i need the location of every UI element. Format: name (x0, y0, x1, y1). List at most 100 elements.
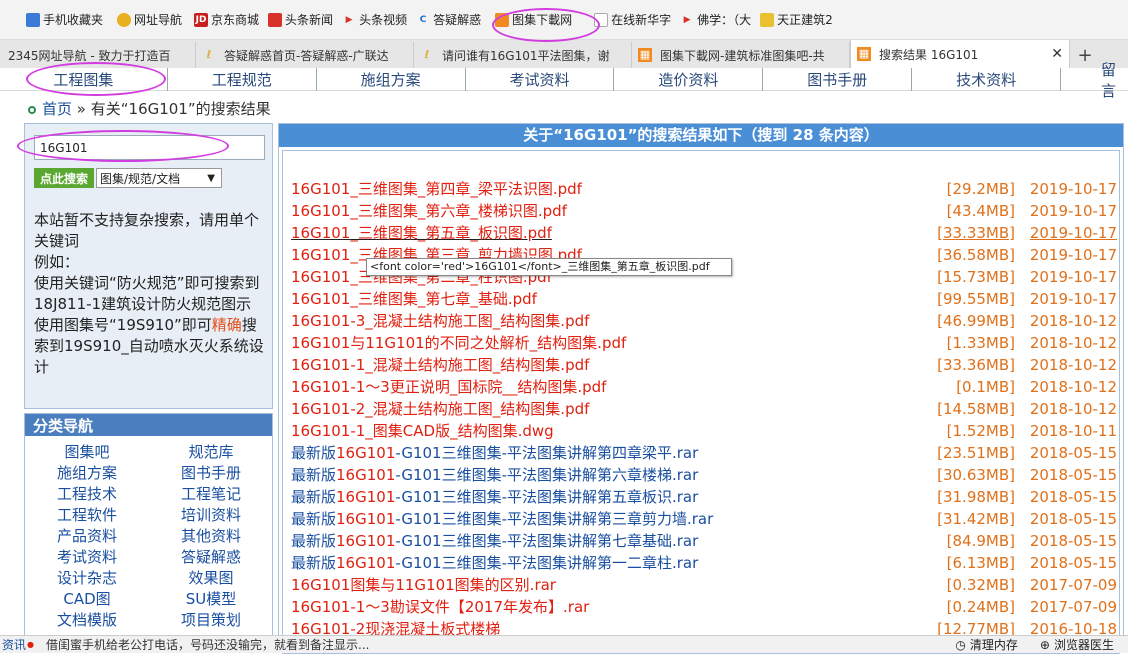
result-row[interactable]: 最新版16G101-G101三维图集-平法图集讲解第三章剪力墙.rar [31.4… (291, 508, 1119, 530)
category-link[interactable]: CAD图 (25, 589, 149, 610)
result-date: 2018-05-15 (1029, 444, 1117, 462)
search-button[interactable]: 点此搜索 (34, 168, 94, 188)
result-row[interactable]: 16G101图集与11G101图集的区别.rar [0.32MB] 2017-07-… (291, 574, 1119, 596)
category-grid: 图集吧 规范库 施组方案 图书手册 工程技术 工程笔记 工程软件 培训资料 产品… (25, 436, 272, 631)
news-label[interactable]: 资讯 (2, 636, 26, 653)
close-icon[interactable]: ✕ (1051, 46, 1063, 62)
nav-item-kaoshi[interactable]: 考试资料 (466, 68, 615, 91)
result-link[interactable]: 16G101-1～3勘误文件【2017年发布】.rar (291, 596, 589, 618)
browser-doctor-button[interactable]: 浏览器医生 (1054, 636, 1114, 653)
result-row[interactable]: 16G101_三维图集_第六章_楼梯识图.pdf [43.4MB] 2019-10-… (291, 200, 1119, 222)
result-link[interactable]: 16G101_三维图集_第六章_楼梯识图.pdf (291, 200, 567, 222)
bookmark-qa[interactable]: C 答疑解惑 (416, 11, 481, 28)
new-tab-button[interactable]: + (1070, 42, 1100, 68)
nav-item-shizu[interactable]: 施组方案 (317, 68, 466, 91)
result-link[interactable]: 16G101与11G101的不同之处解析_结构图集.pdf (291, 332, 626, 354)
result-row[interactable]: 16G101-1～3勘误文件【2017年发布】.rar [0.24MB] 2017-… (291, 596, 1119, 618)
result-row[interactable]: 最新版16G101-G101三维图集-平法图集讲解第五章板识.rar [31.98… (291, 486, 1119, 508)
nav-item-jishu[interactable]: 技术资料 (912, 68, 1061, 91)
result-link[interactable]: 16G101_三维图集_第四章_梁平法识图.pdf (291, 178, 582, 200)
nav-item-guifan[interactable]: 工程规范 (168, 68, 317, 91)
category-link[interactable]: 设计杂志 (25, 568, 149, 589)
bookmark-phone[interactable]: 手机收藏夹 (26, 11, 103, 28)
result-row[interactable]: 16G101_三维图集_第七章_基础.pdf [99.55MB] 2019-10-1… (291, 288, 1119, 310)
result-keyword: 16G101 (336, 532, 396, 550)
result-keyword: 16G101 (291, 576, 351, 594)
nav-item-tushu[interactable]: 图书手册 (763, 68, 913, 91)
tab-tuji[interactable]: ▦ 图集下載网-建筑标准图集吧-共 (632, 42, 850, 68)
memory-icon: ◷ (955, 637, 966, 652)
result-row[interactable]: 16G101-3_混凝土结构施工图_结构图集.pdf [46.99MB] 2018-… (291, 310, 1119, 332)
result-link[interactable]: 最新版16G101-G101三维图集-平法图集讲解第四章梁平.rar (291, 442, 698, 464)
result-link[interactable]: 16G101图集与11G101图集的区别.rar (291, 574, 556, 596)
result-link[interactable]: 16G101-3_混凝土结构施工图_结构图集.pdf (291, 310, 589, 332)
bookmark-nav[interactable]: 网址导航 (117, 11, 182, 28)
category-link[interactable]: 工程笔记 (149, 484, 273, 505)
result-row[interactable]: 16G101-1_混凝土结构施工图_结构图集.pdf [33.36MB] 2018-… (291, 354, 1119, 376)
tab-search-result[interactable]: ▦ 搜索结果 16G101 ✕ (850, 40, 1070, 68)
bookmark-video[interactable]: ▶ 头条视频 (342, 11, 407, 28)
result-link[interactable]: 16G101_三维图集_第五章_板识图.pdf (291, 222, 552, 244)
result-keyword: 16G101 (291, 202, 351, 220)
bookmark-foxue[interactable]: ▶ 佛学：（大 (680, 11, 751, 28)
category-link[interactable]: 效果图 (149, 568, 273, 589)
result-link[interactable]: 16G101-1～3更正说明_国标院__结构图集.pdf (291, 376, 606, 398)
status-message[interactable]: 借闺蜜手机给老公打电话，号码还没输完，就看到备注显示... (46, 636, 955, 653)
result-link[interactable]: 16G101-2_混凝土结构施工图_结构图集.pdf (291, 398, 589, 420)
result-row[interactable]: 16G101与11G101的不同之处解析_结构图集.pdf [1.33MB] 201… (291, 332, 1119, 354)
result-name: -3_混凝土结构施工图_结构图集.pdf (350, 312, 590, 330)
result-link[interactable]: 最新版16G101-G101三维图集-平法图集讲解第一二章柱.rar (291, 552, 698, 574)
result-link[interactable]: 16G101-1_图集CAD版_结构图集.dwg (291, 420, 554, 442)
category-select[interactable]: 图集/规范/文档 ▼ (96, 168, 222, 188)
notice-dot-icon: ● (27, 640, 34, 649)
result-row[interactable]: 16G101-2_混凝土结构施工图_结构图集.pdf [14.58MB] 2018-… (291, 398, 1119, 420)
result-link[interactable]: 16G101-1_混凝土结构施工图_结构图集.pdf (291, 354, 589, 376)
nav-item-liuyan[interactable]: 留言 (1061, 61, 1128, 100)
category-link[interactable]: 其他资料 (149, 526, 273, 547)
result-date: 2019-10-17 (1029, 224, 1117, 242)
doctor-icon: ⊕ (1039, 637, 1050, 652)
result-date: 2018-05-15 (1029, 532, 1117, 550)
category-link[interactable]: 图书手册 (149, 463, 273, 484)
result-row[interactable]: 16G101_三维图集_第四章_梁平法识图.pdf [29.2MB] 2019-10… (291, 178, 1119, 200)
result-link[interactable]: 最新版16G101-G101三维图集-平法图集讲解第三章剪力墙.rar (291, 508, 713, 530)
bookmark-zidian[interactable]: 在线新华字 (594, 11, 671, 28)
result-link[interactable]: 16G101_三维图集_第七章_基础.pdf (291, 288, 537, 310)
category-link[interactable]: 施组方案 (25, 463, 149, 484)
bookmark-jd[interactable]: JD 京东商城 (194, 11, 259, 28)
tab-dayi[interactable]: ℓ 答疑解惑首页-答疑解惑-广联达 (196, 42, 414, 68)
result-row[interactable]: 16G101_三维图集_第五章_板识图.pdf [33.33MB] 2019-10-… (291, 222, 1119, 244)
result-row[interactable]: 最新版16G101-G101三维图集-平法图集讲解第六章楼梯.rar [30.63… (291, 464, 1119, 486)
bookmark-news[interactable]: 头条新闻 (268, 11, 333, 28)
result-row[interactable]: 最新版16G101-G101三维图集-平法图集讲解第四章梁平.rar [23.51… (291, 442, 1119, 464)
result-keyword: 16G101 (291, 312, 351, 330)
nav-item-zaojia[interactable]: 造价资料 (614, 68, 764, 91)
breadcrumb-home[interactable]: 首页 (42, 100, 72, 118)
result-row[interactable]: 16G101-1_图集CAD版_结构图集.dwg [1.52MB] 2018-10-… (291, 420, 1119, 442)
category-link[interactable]: 考试资料 (25, 547, 149, 568)
result-row[interactable]: 16G101-1～3更正说明_国标院__结构图集.pdf [0.1MB] 2018-… (291, 376, 1119, 398)
result-row[interactable]: 最新版16G101-G101三维图集-平法图集讲解第一二章柱.rar [6.13M… (291, 552, 1119, 574)
category-link[interactable]: 工程软件 (25, 505, 149, 526)
category-link[interactable]: SU模型 (149, 589, 273, 610)
search-tips: 本站暂不支持复杂搜索，请用单个关键词 例如： 使用关键词“防火规范”即可搜索到1… (34, 211, 264, 376)
result-date: 2018-05-15 (1029, 488, 1117, 506)
result-link[interactable]: 最新版16G101-G101三维图集-平法图集讲解第七章基础.rar (291, 530, 698, 552)
category-link[interactable]: 规范库 (149, 442, 273, 463)
category-link[interactable]: 工程技术 (25, 484, 149, 505)
bookmark-tianzheng[interactable]: 天正建筑2 (760, 11, 833, 28)
result-name: -1_图集CAD版_结构图集.dwg (350, 422, 554, 440)
tab-question[interactable]: ℓ 请问谁有16G101平法图集，谢 (414, 42, 632, 68)
result-row[interactable]: 最新版16G101-G101三维图集-平法图集讲解第七章基础.rar [84.9M… (291, 530, 1119, 552)
category-link[interactable]: 培训资料 (149, 505, 273, 526)
result-link[interactable]: 最新版16G101-G101三维图集-平法图集讲解第五章板识.rar (291, 486, 698, 508)
category-link[interactable]: 答疑解惑 (149, 547, 273, 568)
category-link[interactable]: 文档模版 (25, 610, 149, 631)
category-link[interactable]: 项目策划 (149, 610, 273, 631)
category-link[interactable]: 产品资料 (25, 526, 149, 547)
result-link[interactable]: 最新版16G101-G101三维图集-平法图集讲解第六章楼梯.rar (291, 464, 698, 486)
folder-icon (760, 12, 775, 27)
category-link[interactable]: 图集吧 (25, 442, 149, 463)
result-size: [31.42MB] (937, 510, 1015, 528)
clean-memory-button[interactable]: 清理内存 (970, 636, 1018, 653)
